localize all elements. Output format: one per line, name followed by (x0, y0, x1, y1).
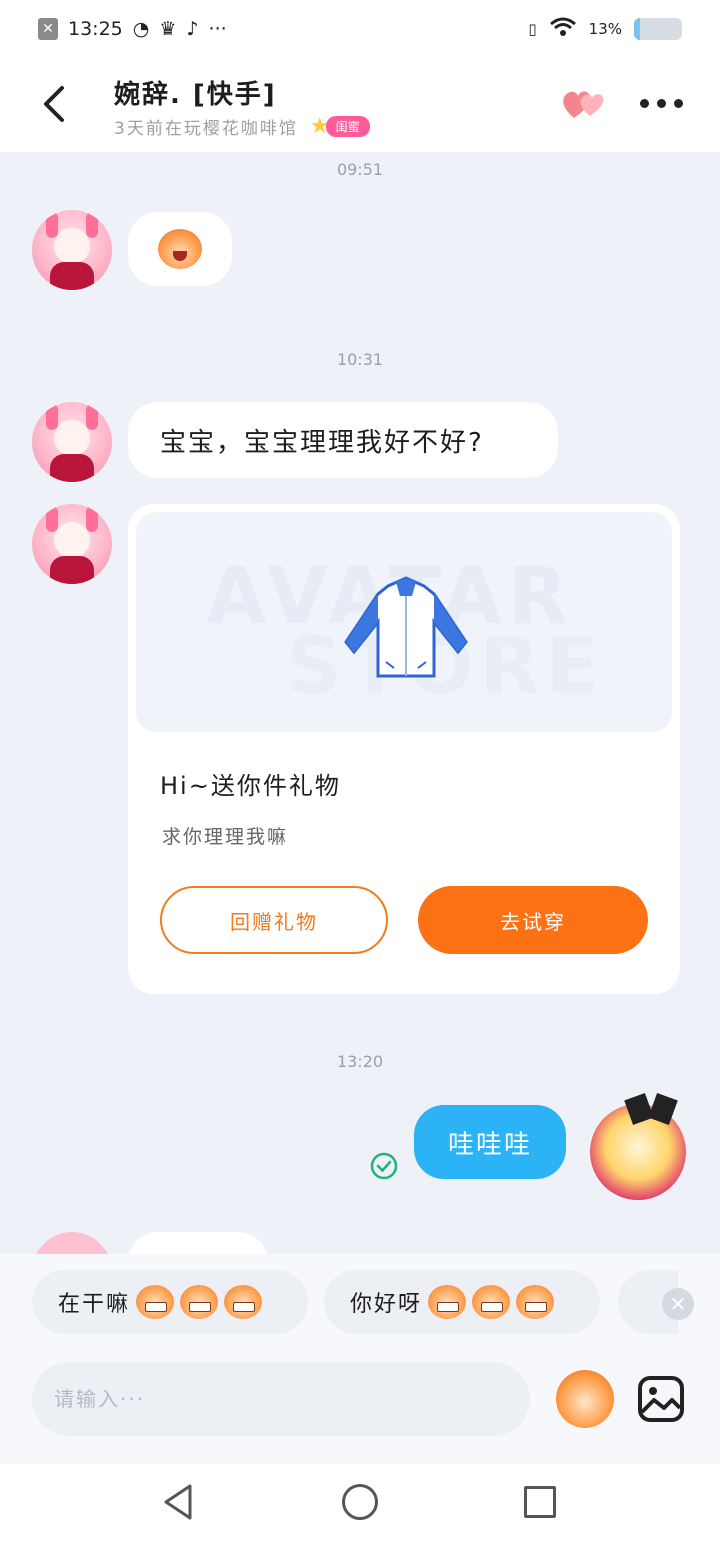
quick-reply-label: 你好呀 (350, 1292, 423, 1317)
relationship-badge[interactable]: ★ 闺蜜 (310, 115, 370, 138)
vibrate-icon: ▯ (528, 20, 537, 38)
close-box-icon: ✕ (38, 18, 58, 40)
nav-home-icon[interactable] (342, 1484, 378, 1520)
more-options-icon[interactable] (640, 90, 686, 116)
timestamp: 09:51 (336, 160, 384, 179)
nav-back-icon[interactable] (160, 1482, 200, 1522)
my-avatar[interactable] (590, 1093, 686, 1200)
back-button[interactable] (38, 82, 74, 126)
contact-avatar[interactable] (32, 504, 112, 584)
contact-avatar[interactable] (32, 1232, 112, 1254)
text-message[interactable]: 宝宝，宝宝理理我好不好? (128, 402, 558, 478)
monkey-emoji-icon (516, 1285, 555, 1319)
chevron-left-icon (44, 86, 64, 122)
sticker-message[interactable] (128, 212, 232, 286)
contact-name[interactable]: 婉辞. [快手] (114, 74, 277, 111)
more-dots-icon: ··· (208, 18, 227, 40)
monkey-emoji-icon (180, 1285, 219, 1319)
battery-fill (634, 18, 641, 40)
timestamp: 13:20 (336, 1052, 384, 1071)
input-panel: 在干嘛 你好呀 ✕ (0, 1254, 720, 1464)
emoji-button[interactable] (556, 1370, 614, 1428)
nav-recents-icon[interactable] (524, 1486, 556, 1518)
status-time: 13:25 (68, 18, 123, 40)
gift-title: Hi~送你件礼物 (160, 772, 341, 800)
try-on-button[interactable]: 去试穿 (418, 886, 648, 954)
wifi-icon (549, 16, 577, 42)
tiktok-icon: ♪ (186, 18, 199, 40)
quick-reply-label: 在干嘛 (58, 1292, 131, 1317)
monkey-sticker-icon (158, 229, 202, 269)
contact-status: 3天前在玩樱花咖啡馆 (114, 119, 298, 139)
contact-avatar[interactable] (32, 402, 112, 482)
monkey-emoji-icon (136, 1285, 175, 1319)
crown-icon: ♛ (159, 18, 177, 40)
subtitle-row: 3天前在玩樱花咖啡馆 ★ 闺蜜 (114, 114, 370, 139)
close-icon[interactable]: ✕ (662, 1288, 694, 1320)
return-gift-button[interactable]: 回赠礼物 (160, 886, 388, 954)
monkey-emoji-icon (472, 1285, 511, 1319)
gift-image[interactable]: AVATAR STORE (136, 512, 672, 732)
status-bar: ✕ 13:25 ◔ ♛ ♪ ··· ▯ 13% (0, 0, 720, 58)
text-message[interactable] (128, 1232, 268, 1254)
speedometer-icon: ◔ (132, 18, 150, 40)
message-text: 宝宝，宝宝理理我好不好? (160, 427, 484, 458)
sent-check-icon (370, 1152, 398, 1180)
gift-subtitle: 求你理理我嘛 (162, 826, 289, 848)
gift-card[interactable]: AVATAR STORE Hi~送你件礼物 求你理理我嘛 回赠礼物 去试穿 (128, 504, 680, 994)
image-icon[interactable] (636, 1374, 686, 1424)
battery-icon (634, 18, 682, 40)
system-nav-bar (0, 1464, 720, 1544)
contact-avatar[interactable] (32, 210, 112, 290)
message-input[interactable] (32, 1362, 530, 1436)
badge-label: 闺蜜 (325, 116, 370, 137)
hearts-icon[interactable] (560, 84, 610, 124)
quick-reply-chip[interactable]: 你好呀 (324, 1270, 600, 1334)
monkey-emoji-icon (224, 1285, 263, 1319)
monkey-emoji-icon (428, 1285, 467, 1319)
jacket-icon (344, 576, 468, 678)
chat-area[interactable]: 09:51 10:31 宝宝，宝宝理理我好不好? AVATAR STORE (0, 152, 720, 1254)
chat-header: 婉辞. [快手] 3天前在玩樱花咖啡馆 ★ 闺蜜 (0, 58, 720, 152)
timestamp: 10:31 (336, 350, 384, 369)
my-message[interactable]: 哇哇哇 (414, 1105, 566, 1179)
battery-text: 13% (588, 20, 622, 38)
quick-reply-chip[interactable]: 在干嘛 (32, 1270, 308, 1334)
